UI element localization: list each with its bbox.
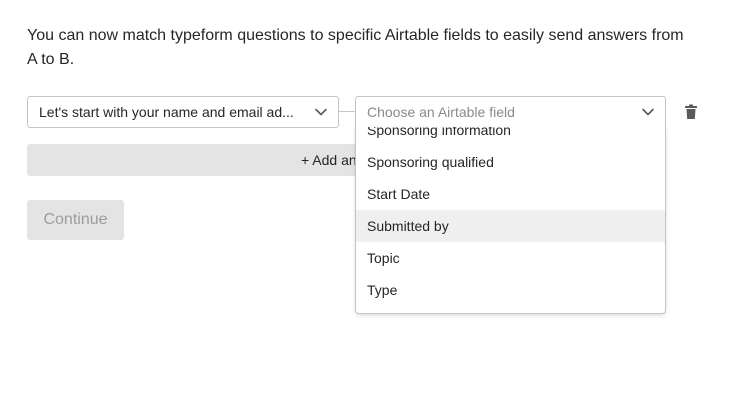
dropdown-option[interactable]: Start Date	[356, 178, 665, 210]
dropdown-option[interactable]: Sponsoring qualified	[356, 146, 665, 178]
intro-text: You can now match typeform questions to …	[27, 27, 684, 68]
airtable-field-dropdown: Sponsoring information Sponsoring qualif…	[355, 127, 666, 314]
airtable-field-placeholder: Choose an Airtable field	[367, 104, 515, 120]
chevron-down-icon	[315, 108, 327, 116]
trash-icon[interactable]	[684, 104, 698, 120]
airtable-field-select[interactable]: Choose an Airtable field	[355, 96, 666, 128]
dropdown-option[interactable]: Sponsoring information	[356, 127, 665, 146]
field-connector-line	[339, 111, 355, 112]
continue-button[interactable]: Continue	[27, 200, 124, 240]
question-select[interactable]: Let's start with your name and email ad.…	[27, 96, 339, 128]
add-answer-button[interactable]: + Add an	[27, 144, 407, 176]
dropdown-option-highlighted[interactable]: Submitted by	[356, 210, 665, 242]
dropdown-option[interactable]: Type	[356, 274, 665, 306]
add-answer-label: + Add an	[301, 152, 357, 168]
chevron-down-icon	[642, 108, 654, 116]
dropdown-option[interactable]: Topic	[356, 242, 665, 274]
question-select-value: Let's start with your name and email ad.…	[39, 104, 294, 120]
